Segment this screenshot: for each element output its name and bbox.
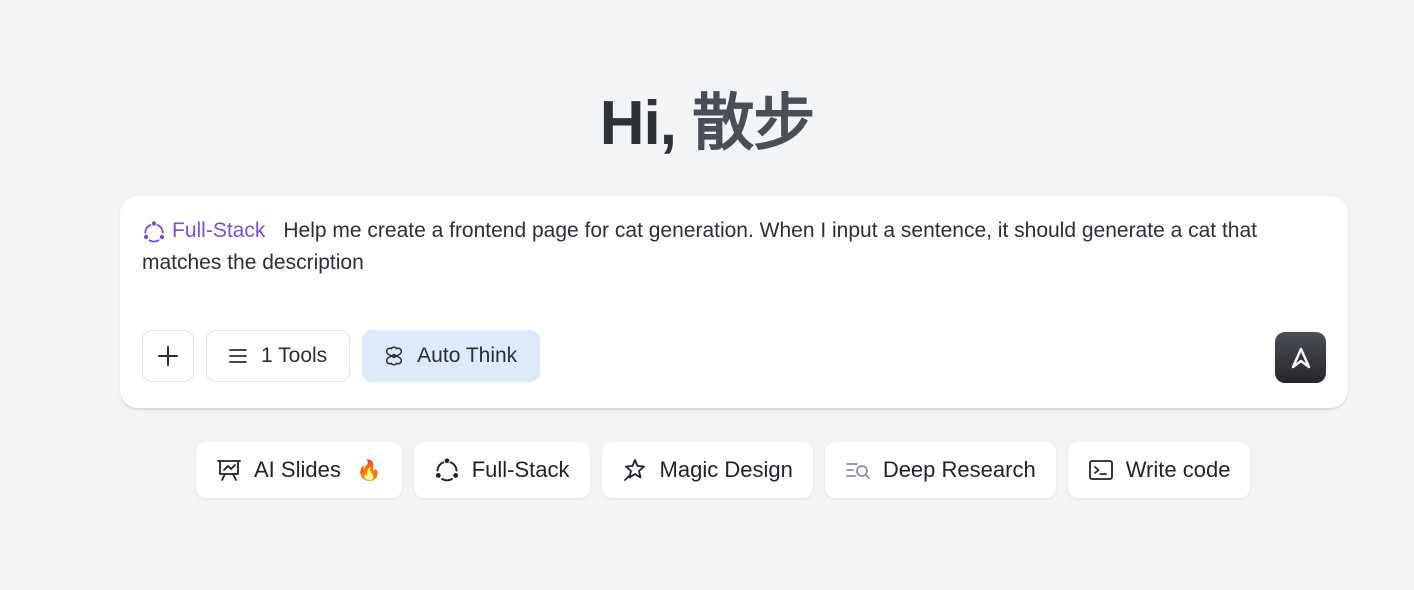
add-button[interactable]	[142, 330, 194, 382]
greeting-username: 散步	[692, 89, 815, 158]
tools-button[interactable]: 1 Tools	[206, 330, 351, 382]
presentation-icon	[217, 460, 241, 481]
home-page: Hi, 散步 Full-Stack Help me create a front…	[0, 0, 1414, 590]
quick-action-ai-slides[interactable]: AI Slides 🔥	[196, 442, 402, 498]
quick-action-write-code[interactable]: Write code	[1067, 442, 1251, 498]
prompt-input[interactable]: Full-Stack Help me create a frontend pag…	[142, 215, 1322, 279]
terminal-icon	[1088, 460, 1113, 480]
list-icon	[229, 349, 247, 363]
greeting-title: Hi, 散步	[0, 86, 1414, 162]
research-icon	[845, 463, 870, 479]
flower-icon	[386, 346, 403, 366]
fullstack-icon	[143, 221, 165, 243]
quick-action-magic-design[interactable]: Magic Design	[601, 442, 813, 498]
auto-think-label: Auto Think	[417, 344, 518, 367]
tools-label: 1 Tools	[261, 344, 328, 367]
fullstack-icon	[435, 458, 458, 482]
agent-tag[interactable]: Full-Stack	[142, 215, 265, 247]
composer-toolbar: 1 Tools Auto Think	[142, 330, 541, 382]
agent-tag-label: Full-Stack	[172, 219, 266, 242]
magic-star-icon	[623, 459, 645, 481]
arrow-up-icon	[1291, 347, 1310, 368]
quick-action-label: Write code	[1125, 457, 1231, 482]
prompt-text: Help me create a frontend page for cat g…	[142, 219, 1257, 274]
quick-action-full-stack[interactable]: Full-Stack	[413, 442, 590, 498]
auto-think-toggle[interactable]: Auto Think	[362, 330, 541, 382]
send-button[interactable]	[1275, 332, 1326, 383]
quick-actions: AI Slides 🔥 Full-Stack Magic Design Deep…	[196, 442, 1251, 498]
greeting-hi: Hi,	[599, 89, 677, 158]
quick-action-label: Deep Research	[882, 457, 1036, 482]
quick-action-label: Magic Design	[659, 457, 793, 482]
quick-action-label: AI Slides	[254, 457, 341, 482]
plus-icon	[158, 346, 178, 366]
quick-action-label: Full-Stack	[471, 457, 570, 482]
quick-action-deep-research[interactable]: Deep Research	[824, 442, 1056, 498]
fire-icon: 🔥	[356, 459, 382, 482]
prompt-composer[interactable]: Full-Stack Help me create a frontend pag…	[120, 196, 1348, 408]
